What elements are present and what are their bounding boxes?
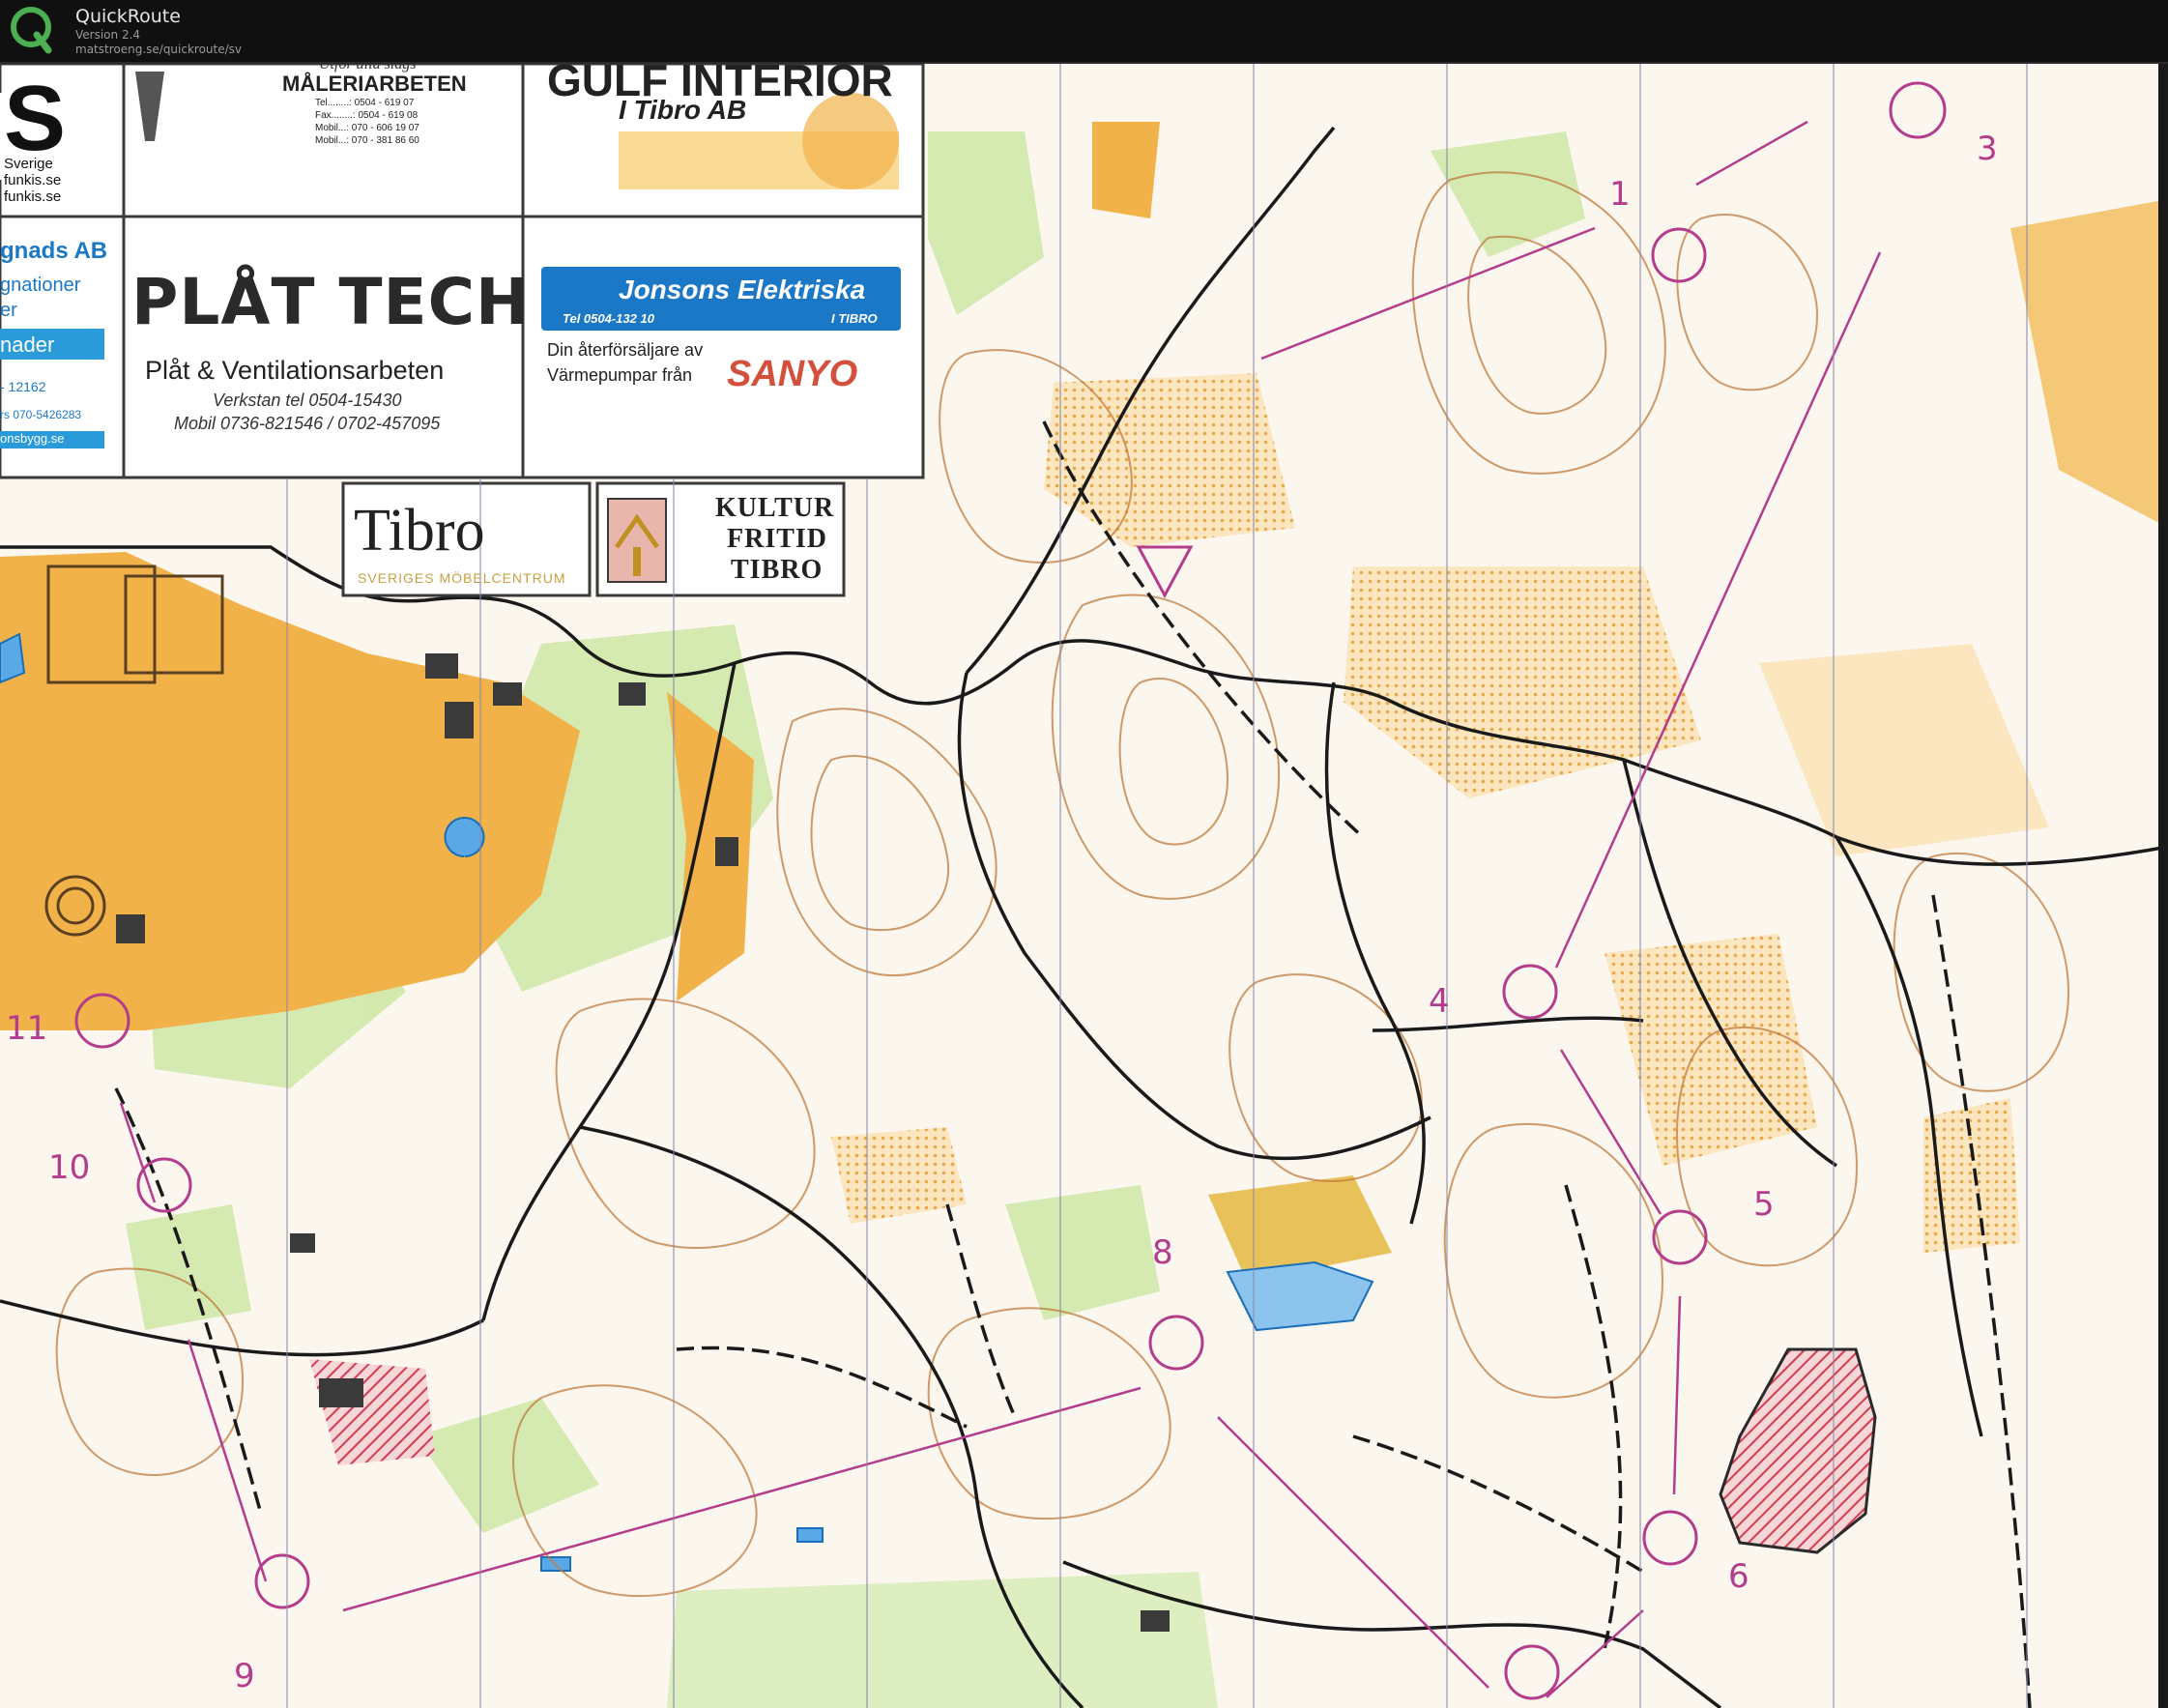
ad-jonsons-tel: Tel 0504-132 10 [563,311,654,326]
control-number-9: 9 [234,1657,255,1695]
ad-bygg-phone-2: rs 070-5426283 [0,408,82,421]
ad-plattech-logo: PLÅT TECH [131,265,531,339]
quickroute-logo-icon [11,7,52,54]
ad-jonsons-line-1: Din återförsäljare av [547,340,704,360]
app-version: Version 2.4 [75,28,141,42]
ad-fragment-funkis-2: funkis.se [4,188,62,205]
ad-tibro-tagline: SVERIGES MÖBELCENTRUM [358,570,566,586]
ad-bygg-line-2: gnationer [0,275,81,296]
ad-maleri-title: MÅLERIARBETEN [282,72,467,96]
ad-jonsons-city: I TIBRO [831,311,878,326]
ad-maleri-mobil-1: Mobil...: 070 - 606 19 07 [315,123,419,133]
ad-plattech-subtitle: Plåt & Ventilationsarbeten [145,356,445,385]
ad-bygg-phone-1: - 12162 [0,379,46,394]
ad-plattech-mobile: Mobil 0736-821546 / 0702-457095 [174,414,441,433]
app-title-bar: QuickRoute Version 2.4 matstroeng.se/qui… [0,0,2168,64]
ad-bygg-bar: nader [0,333,55,357]
map-edge [2158,64,2168,1708]
ad-plattech-workshop: Verkstan tel 0504-15430 [213,391,402,410]
control-number-6: 6 [1728,1557,1749,1596]
ad-maleri-fax: Fax........: 0504 - 619 08 [315,110,419,121]
control-number-4: 4 [1429,982,1450,1021]
ad-bygg-name: gnads AB [0,238,108,264]
ad-tibro-name: Tibro [354,498,485,564]
control-number-10: 10 [48,1148,91,1187]
control-number-1: 1 [1609,175,1631,214]
ad-fragment-sverige: Sverige [4,156,53,172]
ad-maleri-mobil-2: Mobil...: 070 - 381 86 60 [315,135,419,146]
control-number-3: 3 [1977,130,1998,168]
ad-jonsons-name: Jonsons Elektriska [619,275,866,304]
app-url[interactable]: matstroeng.se/quickroute/sv [75,43,242,56]
app-name: QuickRoute [75,6,181,27]
ad-kultur-line-3: TIBRO [731,555,824,585]
ad-kultur-line-2: FRITID [727,524,828,554]
ad-kultur-line-1: KULTUR [715,493,835,523]
control-number-11: 11 [6,1009,48,1048]
ad-maleri-tel: Tel........: 0504 - 619 07 [315,98,415,108]
ad-jonsons-line-2: Värmepumpar från [547,365,693,385]
ad-bygg-web: onsbygg.se [0,431,65,446]
ad-gulf-line-2: I Tibro AB [619,95,747,125]
ad-bygg-line-3: er [0,300,17,321]
map-viewport[interactable]: 1 3 4 5 6 8 9 10 11 S Sverige funkis.se … [0,64,2168,1708]
ad-fragment-funkis-1: funkis.se [4,172,62,188]
control-number-5: 5 [1753,1185,1775,1224]
ad-jonsons-brand: SANYO [727,354,858,394]
control-number-8: 8 [1152,1233,1173,1272]
